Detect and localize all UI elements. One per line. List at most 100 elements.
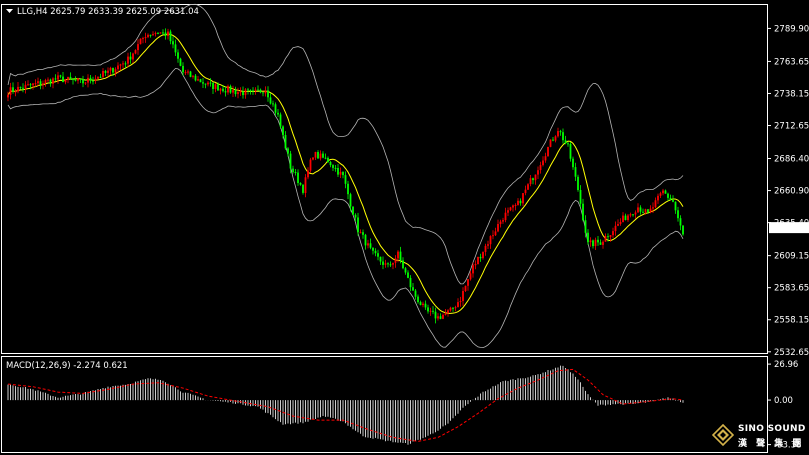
candle-body — [372, 247, 374, 251]
candle-body — [494, 231, 497, 236]
candle-body — [272, 103, 274, 105]
candle-body — [527, 184, 529, 190]
candle-body — [307, 170, 309, 178]
candle-body — [319, 153, 322, 159]
candle-body — [382, 261, 384, 265]
candle-body — [489, 236, 492, 245]
candle-body — [599, 242, 602, 245]
candle-body — [582, 203, 584, 221]
candle-body — [74, 79, 77, 81]
candle-body — [369, 243, 372, 248]
candle-body — [187, 71, 189, 73]
candle-body — [594, 239, 597, 247]
candle-body — [277, 112, 279, 115]
sino-sound-logo: SINO SOUND 漢 聲 集 團 — [712, 423, 805, 449]
candle-body — [514, 205, 517, 206]
candle-body — [127, 56, 129, 64]
candle-body — [654, 200, 657, 208]
candle-body — [114, 69, 117, 73]
price-tick-label: 2660.90 — [774, 187, 809, 197]
candle-body — [544, 156, 547, 161]
candle-body — [584, 220, 587, 233]
candle-body — [482, 251, 484, 259]
candle-body — [589, 240, 592, 243]
candle-body — [339, 171, 342, 175]
candle-body — [222, 88, 224, 92]
candle-body — [104, 71, 107, 73]
candle-body — [57, 75, 59, 80]
candle-body — [269, 97, 272, 104]
candle-body — [169, 31, 172, 42]
candle-body — [282, 126, 284, 135]
candle-body — [189, 71, 192, 77]
candle-body — [312, 157, 314, 160]
candle-body — [459, 301, 462, 303]
candle-body — [209, 82, 212, 84]
candle-body — [299, 183, 302, 185]
candle-body — [407, 272, 409, 278]
candle-body — [669, 197, 672, 200]
candle-body — [34, 83, 37, 85]
candle-body — [399, 251, 402, 261]
candle-body — [627, 215, 629, 221]
candle-body — [357, 217, 359, 233]
candle-body — [27, 84, 29, 86]
candle-body — [659, 193, 662, 196]
candle-body — [342, 171, 344, 176]
candle-body — [559, 131, 562, 133]
candle-body — [637, 207, 639, 213]
candle-body — [562, 132, 564, 141]
candle-body — [19, 86, 22, 88]
candle-body — [679, 218, 682, 226]
candle-body — [457, 302, 459, 308]
candle-body — [472, 265, 474, 274]
candle-body — [572, 158, 574, 168]
candle-body — [199, 79, 202, 83]
candle-body — [17, 86, 19, 92]
candle-body — [429, 310, 432, 312]
candle-body — [174, 44, 177, 53]
candle-body — [499, 221, 502, 225]
candle-body — [677, 210, 679, 219]
candle-body — [462, 291, 464, 301]
candle-body — [279, 114, 282, 127]
candle-body — [569, 144, 572, 159]
candle-body — [47, 79, 49, 81]
candle-body — [327, 157, 329, 163]
candle-body — [644, 209, 647, 213]
candle-body — [107, 70, 109, 73]
candle-body — [427, 307, 429, 312]
logo-emblem-icon — [712, 424, 734, 446]
candle-body — [232, 90, 234, 93]
candle-body — [634, 212, 637, 215]
candle-body — [579, 190, 582, 204]
candle-body — [507, 210, 509, 213]
candle-body — [112, 67, 114, 73]
candle-body — [519, 200, 522, 204]
candle-body — [109, 67, 112, 71]
candle-body — [522, 193, 524, 204]
candle-body — [287, 148, 289, 154]
candle-body — [254, 89, 257, 91]
candle-body — [317, 152, 319, 159]
candle-body — [509, 207, 512, 211]
candle-body — [622, 215, 624, 222]
candle-body — [297, 172, 299, 183]
candle-body — [44, 80, 47, 84]
candle-body — [542, 160, 544, 166]
candle-body — [387, 263, 389, 265]
candle-body — [12, 87, 14, 92]
candle-body — [362, 232, 364, 235]
candle-body — [52, 78, 54, 84]
candle-body — [419, 302, 422, 305]
candle-body — [64, 79, 67, 83]
candle-body — [67, 76, 69, 80]
candle-body — [642, 211, 644, 213]
macd-tick-label: 26.96 — [774, 360, 798, 370]
candle-body — [219, 88, 222, 91]
candle-body — [37, 81, 39, 84]
candle-body — [517, 200, 519, 205]
candle-body — [384, 263, 387, 265]
candle-body — [564, 140, 567, 144]
price-tick-label: 2763.65 — [774, 57, 809, 67]
